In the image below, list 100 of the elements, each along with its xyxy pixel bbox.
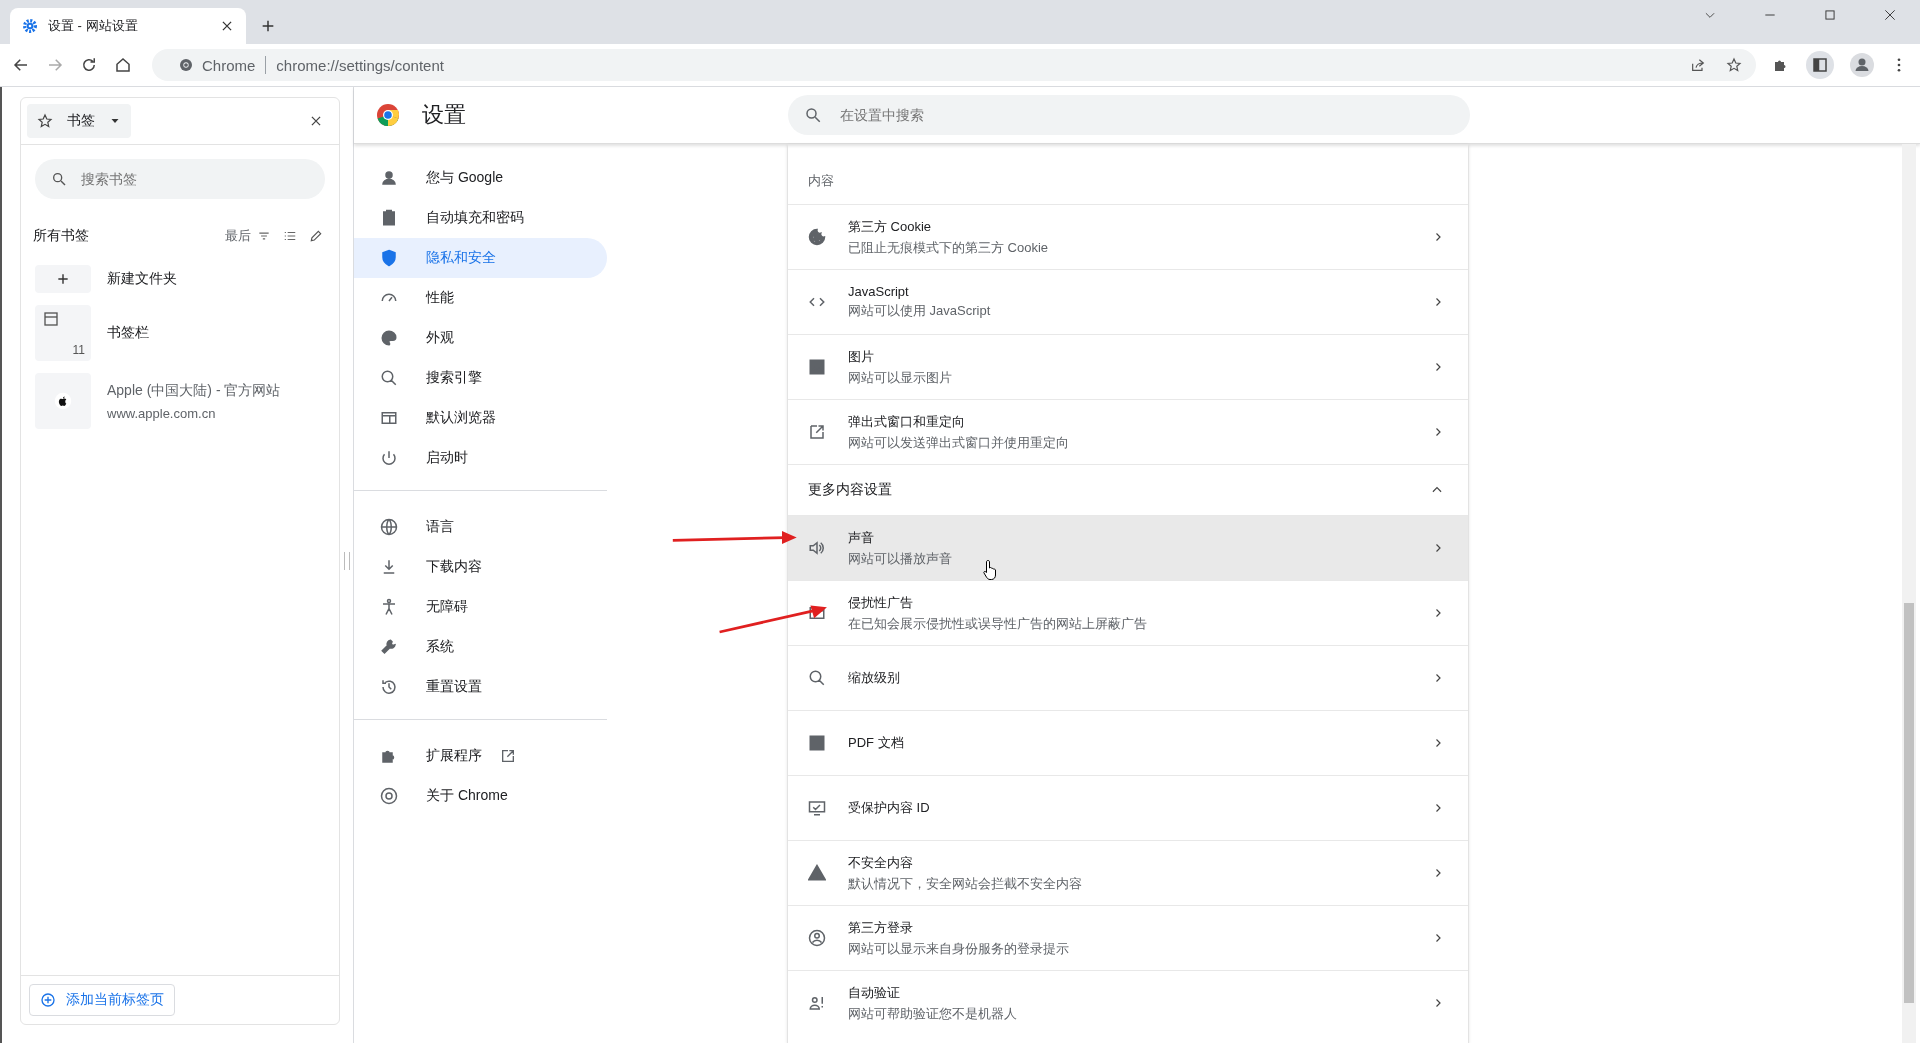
shield-icon bbox=[380, 249, 398, 267]
close-icon[interactable] bbox=[1883, 8, 1897, 22]
row-title: 图片 bbox=[848, 347, 875, 366]
star-icon[interactable] bbox=[1726, 57, 1742, 73]
filter-icon bbox=[257, 229, 271, 243]
person-exclamation-icon bbox=[808, 994, 826, 1012]
popup-window-icon bbox=[808, 423, 826, 441]
bookmark-url: www.apple.com.cn bbox=[107, 405, 217, 421]
tab-title: 设置 - 网站设置 bbox=[48, 17, 139, 35]
nav-item[interactable]: 启动时 bbox=[354, 438, 607, 478]
nav-item[interactable]: 性能 bbox=[354, 278, 607, 318]
nav-item[interactable]: 无障碍 bbox=[354, 587, 607, 627]
add-current-tab-button[interactable]: 添加当前标签页 bbox=[29, 984, 175, 1016]
bookmark-title: 书签栏 bbox=[107, 324, 149, 342]
nav-item[interactable]: 外观 bbox=[354, 318, 607, 358]
nav-item[interactable]: 隐私和安全 bbox=[354, 238, 607, 278]
bookmark-count: 11 bbox=[72, 343, 85, 357]
power-icon bbox=[380, 449, 398, 467]
new-tab-icon[interactable] bbox=[260, 18, 276, 34]
globe-icon bbox=[380, 518, 398, 536]
content-setting-row[interactable]: 图片 网站可以显示图片 bbox=[788, 334, 1468, 399]
row-description: 在已知会展示侵扰性或误导性广告的网站上屏蔽广告 bbox=[848, 614, 1148, 633]
row-title: 自动验证 bbox=[848, 983, 901, 1002]
nav-item[interactable]: 重置设置 bbox=[354, 667, 607, 707]
close-icon[interactable] bbox=[220, 19, 234, 33]
row-description: 已阻止无痕模式下的第三方 Cookie bbox=[848, 238, 1050, 257]
browser-window-icon bbox=[380, 409, 398, 427]
row-description: 网站可以使用 JavaScript bbox=[848, 302, 992, 320]
bookmark-title: Apple (中国大陆) - 官方网站 bbox=[107, 381, 281, 400]
nav-item[interactable]: 扩展程序 bbox=[354, 736, 607, 776]
list-view-icon[interactable] bbox=[283, 229, 297, 243]
resize-handle[interactable] bbox=[344, 552, 350, 570]
back-arrow-icon[interactable] bbox=[12, 56, 30, 74]
close-icon[interactable] bbox=[309, 114, 323, 128]
settings-search-field[interactable]: 在设置中搜索 bbox=[788, 95, 1470, 135]
history-icon bbox=[380, 678, 398, 696]
speaker-icon bbox=[808, 539, 826, 557]
nav-item[interactable]: 您与 Google bbox=[354, 158, 607, 198]
accessibility-icon bbox=[380, 598, 398, 616]
content-setting-row[interactable]: 不安全内容 默认情况下，安全网站会拦截不安全内容 bbox=[788, 840, 1468, 905]
apple-logo-icon bbox=[54, 392, 72, 410]
browser-tab[interactable]: 设置 - 网站设置 bbox=[10, 8, 246, 44]
clipboard-icon bbox=[380, 209, 398, 227]
row-description: 默认情况下，安全网站会拦截不安全内容 bbox=[848, 874, 1083, 893]
bookmark-item[interactable]: 新建文件夹 bbox=[21, 259, 339, 299]
search-icon bbox=[51, 171, 67, 187]
side-panel-button[interactable] bbox=[1806, 51, 1834, 79]
row-title: 受保护内容 ID bbox=[848, 799, 931, 817]
content-setting-row[interactable]: 自动验证 网站可帮助验证您不是机器人 bbox=[788, 970, 1468, 1035]
content-setting-row[interactable]: 受保护内容 ID bbox=[788, 775, 1468, 840]
bookmark-search-field[interactable]: 搜索书签 bbox=[35, 159, 325, 199]
scrollbar[interactable] bbox=[1902, 144, 1916, 1043]
share-icon[interactable] bbox=[1690, 57, 1706, 73]
content-setting-row[interactable]: 缩放级别 bbox=[788, 645, 1468, 710]
wrench-icon bbox=[380, 638, 398, 656]
row-title: 不安全内容 bbox=[848, 853, 914, 872]
pencil-icon[interactable] bbox=[309, 229, 323, 243]
warning-icon bbox=[808, 864, 826, 882]
nav-item[interactable]: 自动填充和密码 bbox=[354, 198, 607, 238]
palette-icon bbox=[380, 329, 398, 347]
row-title: 第三方 Cookie bbox=[848, 217, 933, 236]
content-setting-row[interactable]: 第三方 Cookie 已阻止无痕模式下的第三方 Cookie bbox=[788, 204, 1468, 269]
bookmark-item[interactable]: 11 书签栏 bbox=[21, 299, 339, 367]
profile-avatar-icon[interactable] bbox=[1850, 53, 1874, 77]
bookmark-item[interactable]: Apple (中国大陆) - 官方网站 www.apple.com.cn bbox=[21, 367, 339, 435]
cookie-icon bbox=[808, 228, 826, 246]
search-icon bbox=[380, 369, 398, 387]
nav-item[interactable]: 语言 bbox=[354, 507, 607, 547]
content-setting-row[interactable]: PDF 文档 bbox=[788, 710, 1468, 775]
reload-icon[interactable] bbox=[80, 56, 98, 74]
address-bar[interactable]: Chrome chrome://settings/content bbox=[152, 49, 1756, 81]
monitor-check-icon bbox=[808, 799, 826, 817]
nav-item[interactable]: 下载内容 bbox=[354, 547, 607, 587]
row-description: 网站可以播放声音 bbox=[848, 549, 953, 568]
nav-item[interactable]: 关于 Chrome bbox=[354, 776, 607, 816]
site-label: Chrome bbox=[202, 56, 256, 74]
section-label: 内容 bbox=[807, 172, 835, 190]
panel-selector[interactable]: 书签 bbox=[27, 104, 131, 138]
sort-button[interactable]: 最后 bbox=[225, 227, 271, 245]
nav-item[interactable]: 搜索引擎 bbox=[354, 358, 607, 398]
nav-item[interactable]: 默认浏览器 bbox=[354, 398, 607, 438]
bookmark-bar-icon bbox=[43, 311, 59, 327]
section-heading: 所有书签 bbox=[33, 227, 89, 245]
content-setting-row[interactable]: 弹出式窗口和重定向 网站可以发送弹出式窗口并使用重定向 bbox=[788, 399, 1468, 464]
content-setting-row[interactable]: 声音 网站可以播放声音 bbox=[788, 515, 1468, 580]
row-title: 声音 bbox=[848, 528, 875, 547]
panel-title: 书签 bbox=[67, 112, 95, 130]
home-icon[interactable] bbox=[114, 56, 132, 74]
star-icon bbox=[37, 113, 53, 129]
content-setting-row[interactable]: 第三方登录 网站可以显示来自身份服务的登录提示 bbox=[788, 905, 1468, 970]
bookmark-title: 新建文件夹 bbox=[107, 270, 177, 288]
gear-icon bbox=[22, 18, 38, 34]
row-title: 第三方登录 bbox=[848, 918, 914, 937]
row-description: 网站可帮助验证您不是机器人 bbox=[848, 1004, 1018, 1023]
ad-window-icon bbox=[808, 604, 826, 622]
maximize-icon[interactable] bbox=[1823, 8, 1837, 22]
row-title: 弹出式窗口和重定向 bbox=[848, 412, 966, 431]
nav-item[interactable]: 系统 bbox=[354, 627, 607, 667]
content-setting-row[interactable]: JavaScript 网站可以使用 JavaScript bbox=[788, 269, 1468, 334]
magnifier-icon bbox=[808, 669, 826, 687]
